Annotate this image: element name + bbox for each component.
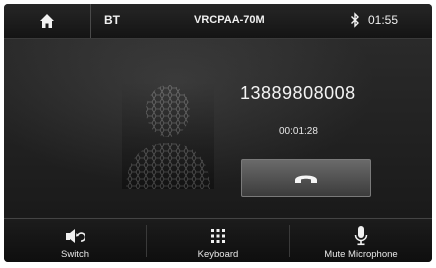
switch-label: Switch bbox=[61, 249, 89, 260]
bottom-action-bar: Switch Keyboard Mute Microphone bbox=[4, 218, 432, 262]
top-bar: BT VRCPAA-70M 01:55 bbox=[4, 4, 432, 39]
phone-call-screen: BT VRCPAA-70M 01:55 13889808008 00:01:28 bbox=[4, 4, 432, 262]
call-duration: 00:01:28 bbox=[279, 126, 318, 137]
end-call-button[interactable] bbox=[241, 159, 371, 197]
bt-source-label: BT bbox=[104, 13, 120, 27]
keyboard-button[interactable]: Keyboard bbox=[147, 219, 289, 262]
switch-button[interactable]: Switch bbox=[4, 219, 146, 262]
contact-avatar-icon bbox=[122, 81, 214, 189]
keypad-icon bbox=[211, 229, 225, 243]
connected-device-name: VRCPAA-70M bbox=[194, 14, 265, 26]
mute-microphone-button[interactable]: Mute Microphone bbox=[290, 219, 432, 262]
hang-up-icon bbox=[295, 175, 317, 183]
home-button[interactable] bbox=[4, 4, 91, 38]
switch-audio-icon bbox=[66, 229, 85, 243]
keyboard-label: Keyboard bbox=[197, 249, 239, 260]
caller-phone-number: 13889808008 bbox=[240, 83, 356, 103]
mute-microphone-label: Mute Microphone bbox=[324, 249, 398, 260]
clock: 01:55 bbox=[368, 13, 399, 27]
call-info-area: 13889808008 00:01:28 bbox=[4, 39, 432, 217]
microphone-icon bbox=[354, 226, 368, 246]
home-icon bbox=[40, 14, 54, 28]
bluetooth-icon bbox=[351, 12, 359, 28]
